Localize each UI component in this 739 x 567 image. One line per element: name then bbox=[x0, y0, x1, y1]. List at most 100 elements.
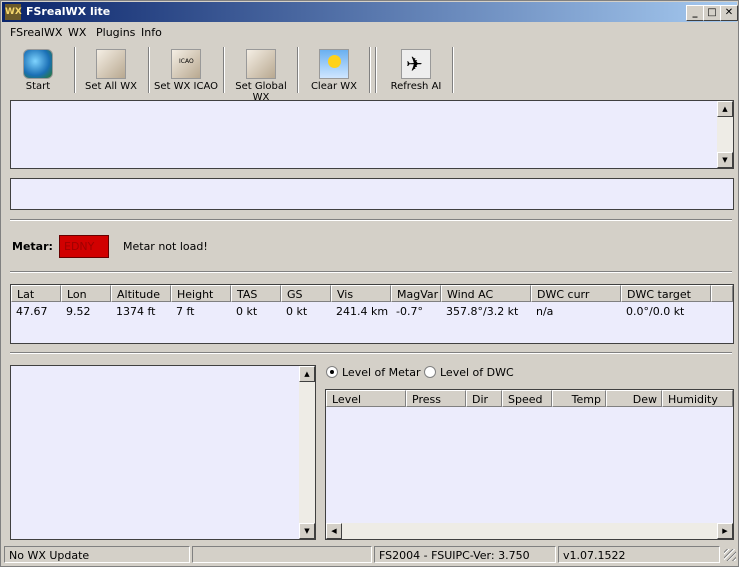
set-global-wx-button[interactable]: Set Global WX bbox=[227, 47, 295, 103]
toolbar-separator bbox=[148, 47, 150, 93]
grid-cell-height: 7 ft bbox=[176, 305, 195, 318]
clear-sky-icon bbox=[319, 49, 349, 79]
minimize-button[interactable]: _ bbox=[686, 5, 704, 21]
metar-memo-scrollbar[interactable]: ▲ ▼ bbox=[299, 366, 315, 539]
set-all-wx-label: Set All WX bbox=[85, 81, 137, 92]
toolbar-separator bbox=[297, 47, 299, 93]
divider bbox=[10, 352, 732, 354]
layers-header-temp[interactable]: Temp bbox=[552, 390, 606, 407]
status-fs-version: FS2004 - FSUIPC-Ver: 3.750 bbox=[374, 546, 556, 563]
grid-cell-gs: 0 kt bbox=[286, 305, 308, 318]
layers-header-press[interactable]: Press bbox=[406, 390, 466, 407]
layers-header-dir[interactable]: Dir bbox=[466, 390, 502, 407]
flight-data-grid[interactable]: Lat Lon Altitude Height TAS GS Vis MagVa… bbox=[10, 284, 734, 344]
grid-cell-altitude: 1374 ft bbox=[116, 305, 156, 318]
scroll-up-icon[interactable]: ▲ bbox=[299, 366, 315, 382]
grid-cell-dwc-target: 0.0°/0.0 kt bbox=[626, 305, 685, 318]
grid-header-lat[interactable]: Lat bbox=[11, 285, 61, 302]
grid-header-lon[interactable]: Lon bbox=[61, 285, 111, 302]
scroll-down-icon[interactable]: ▼ bbox=[299, 523, 315, 539]
metar-text-memo[interactable]: ▲ ▼ bbox=[10, 365, 316, 540]
grid-header-tas[interactable]: TAS bbox=[231, 285, 281, 302]
menu-plugins[interactable]: Plugins bbox=[96, 26, 135, 39]
layers-header-level[interactable]: Level bbox=[326, 390, 406, 407]
divider bbox=[10, 219, 732, 221]
info-field[interactable] bbox=[10, 178, 734, 210]
weather-icon bbox=[96, 49, 126, 79]
grid-header-height[interactable]: Height bbox=[171, 285, 231, 302]
layers-header-humidity[interactable]: Humidity bbox=[662, 390, 733, 407]
metar-label: Metar: bbox=[12, 240, 53, 253]
airplane-icon: ✈ bbox=[401, 49, 431, 79]
log-scrollbar[interactable]: ▲ ▼ bbox=[717, 101, 733, 168]
radio-level-of-metar-label: Level of Metar bbox=[342, 366, 421, 379]
set-wx-icao-button[interactable]: ICAO Set WX ICAO bbox=[153, 47, 219, 93]
grid-cell-dwc-curr: n/a bbox=[536, 305, 554, 318]
window-title: FSrealWX lite bbox=[26, 5, 111, 18]
log-memo[interactable]: ▲ ▼ bbox=[10, 100, 734, 169]
globe-icon bbox=[23, 49, 53, 79]
toolbar-separator bbox=[369, 47, 371, 93]
weather-icao-icon: ICAO bbox=[171, 49, 201, 79]
layers-table[interactable]: Level Press Dir Speed Temp Dew Humidity … bbox=[325, 389, 734, 540]
grid-header-vis[interactable]: Vis bbox=[331, 285, 391, 302]
layers-header-dew[interactable]: Dew bbox=[606, 390, 662, 407]
menu-fsrealwx[interactable]: FSrealWX bbox=[10, 26, 62, 39]
toolbar-separator bbox=[452, 47, 454, 93]
menu-info[interactable]: Info bbox=[141, 26, 162, 39]
grid-header-gs[interactable]: GS bbox=[281, 285, 331, 302]
weather-global-icon bbox=[246, 49, 276, 79]
status-app-version: v1.07.1522 bbox=[558, 546, 720, 563]
grid-cell-wind-ac: 357.8°/3.2 kt bbox=[446, 305, 519, 318]
metar-station-field[interactable]: EDNY bbox=[59, 235, 109, 258]
radio-level-of-dwc[interactable]: Level of DWC bbox=[424, 366, 514, 379]
layers-header-speed[interactable]: Speed bbox=[502, 390, 552, 407]
grid-header-magvar[interactable]: MagVar bbox=[391, 285, 441, 302]
grid-cell-vis: 241.4 km bbox=[336, 305, 389, 318]
start-label: Start bbox=[25, 81, 51, 92]
grid-cell-tas: 0 kt bbox=[236, 305, 258, 318]
clear-wx-button[interactable]: Clear WX bbox=[304, 47, 364, 93]
scroll-down-icon[interactable]: ▼ bbox=[717, 152, 733, 168]
set-all-wx-button[interactable]: Set All WX bbox=[80, 47, 142, 93]
toolbar-separator bbox=[223, 47, 225, 93]
title-bar[interactable]: WX FSrealWX lite _ □ ✕ bbox=[2, 2, 738, 22]
wx-app-icon: WX bbox=[5, 4, 22, 20]
clear-wx-label: Clear WX bbox=[310, 81, 358, 92]
toolbar-separator bbox=[375, 47, 377, 93]
scroll-right-icon[interactable]: ▶ bbox=[717, 523, 733, 539]
scroll-left-icon[interactable]: ◀ bbox=[326, 523, 342, 539]
toolbar: Start Set All WX ICAO Set WX ICAO Set Gl… bbox=[2, 43, 737, 103]
grid-cell-magvar: -0.7° bbox=[396, 305, 423, 318]
refresh-ai-label: Refresh AI bbox=[390, 81, 442, 92]
toolbar-separator bbox=[74, 47, 76, 93]
icao-icon-text: ICAO bbox=[179, 58, 194, 65]
divider bbox=[10, 271, 732, 273]
resize-grip-icon[interactable] bbox=[724, 549, 736, 561]
status-empty bbox=[192, 546, 372, 563]
start-button[interactable]: Start bbox=[8, 47, 68, 93]
radio-level-of-dwc-label: Level of DWC bbox=[440, 366, 514, 379]
grid-cell-lat: 47.67 bbox=[16, 305, 48, 318]
grid-cell-lon: 9.52 bbox=[66, 305, 91, 318]
radio-level-of-metar[interactable]: Level of Metar bbox=[326, 366, 420, 379]
sun-icon bbox=[328, 55, 341, 68]
maximize-button[interactable]: □ bbox=[703, 5, 721, 21]
grid-header-wind-ac[interactable]: Wind AC bbox=[441, 285, 531, 302]
set-wx-icao-label: Set WX ICAO bbox=[154, 81, 218, 92]
status-wx-update: No WX Update bbox=[4, 546, 190, 563]
refresh-ai-button[interactable]: ✈ Refresh AI bbox=[384, 47, 448, 93]
grid-header-filler bbox=[711, 285, 733, 302]
menu-bar: FSrealWX WX Plugins Info bbox=[2, 23, 737, 42]
scroll-up-icon[interactable]: ▲ bbox=[717, 101, 733, 117]
grid-header-dwc-curr[interactable]: DWC curr bbox=[531, 285, 621, 302]
menu-wx[interactable]: WX bbox=[68, 26, 86, 39]
layers-hscrollbar[interactable]: ◀ ▶ bbox=[326, 523, 733, 539]
radio-unchecked-icon bbox=[424, 366, 436, 378]
main-window: WX FSrealWX lite _ □ ✕ FSrealWX WX Plugi… bbox=[0, 0, 739, 567]
grid-header-altitude[interactable]: Altitude bbox=[111, 285, 171, 302]
metar-status-text: Metar not load! bbox=[123, 240, 208, 253]
radio-checked-icon bbox=[326, 366, 338, 378]
grid-header-dwc-target[interactable]: DWC target bbox=[621, 285, 711, 302]
close-button[interactable]: ✕ bbox=[720, 5, 738, 21]
